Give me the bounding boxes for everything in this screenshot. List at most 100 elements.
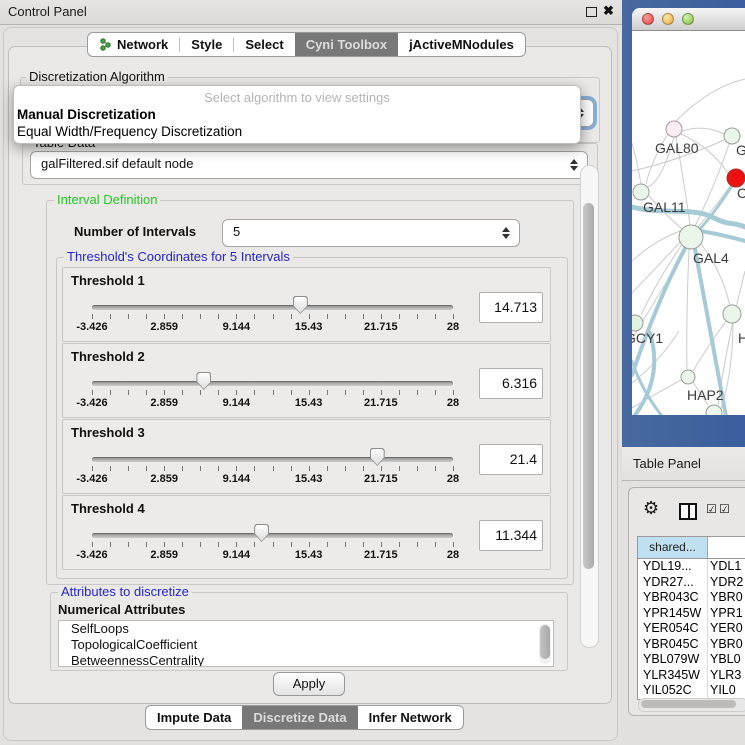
control-panel-titlebar: Control Panel ✖	[0, 0, 622, 25]
close-traffic-light-icon[interactable]	[642, 13, 654, 25]
checkbox-icon[interactable]: ☑	[719, 502, 730, 516]
float-window-icon[interactable]	[586, 7, 597, 17]
threshold-3-label: Threshold 3	[71, 425, 145, 440]
cell-name[interactable]: YDR2	[710, 575, 743, 591]
node-attribute-table: shared... na YDL19...YDL1YDR27...YDR2YBR…	[637, 536, 745, 700]
slider-thumb[interactable]	[254, 524, 269, 542]
column-header-name[interactable]: na	[708, 537, 745, 558]
close-icon[interactable]: ✖	[603, 3, 614, 19]
table-header-row: shared... na	[638, 537, 745, 559]
cell-shared-name[interactable]: YDL19...	[643, 559, 707, 575]
cell-name[interactable]: YBR0	[710, 590, 743, 606]
apply-button[interactable]: Apply	[273, 672, 345, 696]
threshold-3-slider[interactable]	[92, 457, 453, 462]
threshold-4-slider[interactable]	[92, 533, 453, 538]
zoom-traffic-light-icon[interactable]	[682, 13, 694, 25]
cell-name[interactable]: YER0	[710, 621, 743, 637]
cell-name[interactable]: YDL1	[710, 559, 741, 575]
table-row[interactable]: YBL079WYBL0	[638, 652, 745, 668]
network-graph: GAL80GACGAL11GAL4GCY1HHAP2	[632, 31, 745, 415]
slider-thumb[interactable]	[196, 372, 211, 390]
network-node[interactable]	[723, 305, 741, 323]
scrollbar-thumb[interactable]	[583, 203, 594, 569]
gear-icon[interactable]: ⚙	[643, 498, 659, 519]
cell-name[interactable]: YBL0	[710, 652, 741, 668]
tab-impute-data[interactable]: Impute Data	[146, 706, 242, 729]
cell-name[interactable]: YIL0	[710, 683, 736, 699]
cell-name[interactable]: YPR1	[710, 606, 743, 622]
network-node-label: H	[738, 330, 745, 346]
table-row[interactable]: YBR043CYBR0	[638, 590, 745, 606]
network-node[interactable]	[632, 315, 643, 331]
slider-thumb[interactable]	[370, 448, 385, 466]
network-node-label: GAL11	[643, 199, 686, 215]
network-window-titlebar[interactable]	[632, 8, 745, 31]
threshold-2-value-field[interactable]: 6.316	[479, 368, 543, 399]
tab-style[interactable]: Style	[180, 33, 233, 56]
threshold-1-value-field[interactable]: 14.713	[479, 292, 543, 323]
minimize-traffic-light-icon[interactable]	[662, 13, 674, 25]
list-item[interactable]: SelfLoops	[59, 621, 553, 637]
tab-jactivemnodules[interactable]: jActiveMNodules	[398, 33, 525, 56]
table-row[interactable]: YBR045CYBR0	[638, 637, 745, 653]
cell-shared-name[interactable]: YER054C	[643, 621, 707, 637]
network-node[interactable]	[633, 184, 649, 200]
list-item[interactable]: BetweennessCentrality	[59, 653, 553, 667]
table-row[interactable]: YPR145WYPR1	[638, 606, 745, 622]
column-header-shared-name[interactable]: shared...	[638, 537, 708, 558]
app-root: Control Panel ✖ Network Style Select Cyn…	[0, 0, 745, 745]
scrollbar-thumb[interactable]	[641, 700, 736, 708]
network-node[interactable]	[681, 370, 695, 384]
network-node[interactable]	[679, 225, 703, 249]
table-row[interactable]: YIL052CYIL0	[638, 683, 745, 699]
cell-shared-name[interactable]: YIL052C	[643, 683, 707, 699]
tab-network[interactable]: Network	[88, 33, 179, 56]
dropdown-option-manual[interactable]: Manual Discretization	[17, 107, 156, 122]
table-horizontal-scrollbar[interactable]	[638, 698, 745, 712]
columns-icon[interactable]	[679, 503, 697, 520]
network-node-label: HAP2	[687, 387, 724, 403]
threshold-1-slider[interactable]	[92, 305, 453, 310]
table-row[interactable]: YDL19...YDL1	[638, 559, 745, 575]
tab-cyni-toolbox[interactable]: Cyni Toolbox	[295, 33, 398, 56]
tab-select[interactable]: Select	[234, 33, 294, 56]
cell-name[interactable]: YLR3	[710, 668, 741, 684]
threshold-4-label: Threshold 4	[71, 501, 145, 516]
table-row[interactable]: YLR345WYLR3	[638, 668, 745, 684]
threshold-2-slider[interactable]	[92, 381, 453, 386]
cyni-mode-tabs: Impute Data Discretize Data Infer Networ…	[145, 705, 464, 730]
tab-label: Select	[245, 37, 283, 52]
tab-discretize-data[interactable]: Discretize Data	[242, 706, 357, 729]
list-item[interactable]: TopologicalCoefficient	[59, 637, 553, 653]
panel-scrollbar[interactable]	[580, 165, 599, 648]
cell-shared-name[interactable]: YPR145W	[643, 606, 707, 622]
thresholds-group-title: Threshold's Coordinates for 5 Intervals	[64, 250, 293, 264]
cell-shared-name[interactable]: YBR043C	[643, 590, 707, 606]
network-node[interactable]	[666, 121, 682, 137]
interval-definition-title: Interval Definition	[54, 193, 160, 207]
number-of-intervals-combobox[interactable]: 5	[222, 219, 520, 247]
tab-infer-network[interactable]: Infer Network	[358, 706, 463, 729]
table-panel-titlebar: Table Panel	[622, 447, 745, 481]
network-node-label: C	[737, 185, 745, 201]
threshold-3-value-field[interactable]: 21.4	[479, 444, 543, 475]
tab-label: Impute Data	[157, 710, 231, 725]
threshold-4-value-field[interactable]: 11.344	[479, 520, 543, 551]
attributes-group-title: Attributes to discretize	[58, 585, 192, 599]
slider-thumb[interactable]	[293, 296, 308, 314]
tab-label: jActiveMNodules	[409, 37, 514, 52]
table-row[interactable]: YER054CYER0	[638, 621, 745, 637]
table-data-combobox[interactable]: galFiltered.sif default node	[30, 151, 588, 179]
threshold-3-box: Threshold 3 -3.4262.8599.14415.4321.7152…	[62, 419, 551, 494]
table-row[interactable]: YDR27...YDR2	[638, 575, 745, 591]
cell-shared-name[interactable]: YLR345W	[643, 668, 707, 684]
cell-shared-name[interactable]: YBR045C	[643, 637, 707, 653]
checkbox-icon[interactable]: ☑	[706, 502, 717, 516]
cell-shared-name[interactable]: YBL079W	[643, 652, 707, 668]
cell-name[interactable]: YBR0	[710, 637, 743, 653]
network-view[interactable]: GAL80GACGAL11GAL4GCY1HHAP2	[632, 31, 745, 415]
dropdown-option-equal-width[interactable]: Equal Width/Frequency Discretization	[17, 124, 242, 139]
network-node[interactable]	[706, 405, 722, 415]
cell-shared-name[interactable]: YDR27...	[643, 575, 707, 591]
list-scrollbar[interactable]	[539, 624, 551, 664]
